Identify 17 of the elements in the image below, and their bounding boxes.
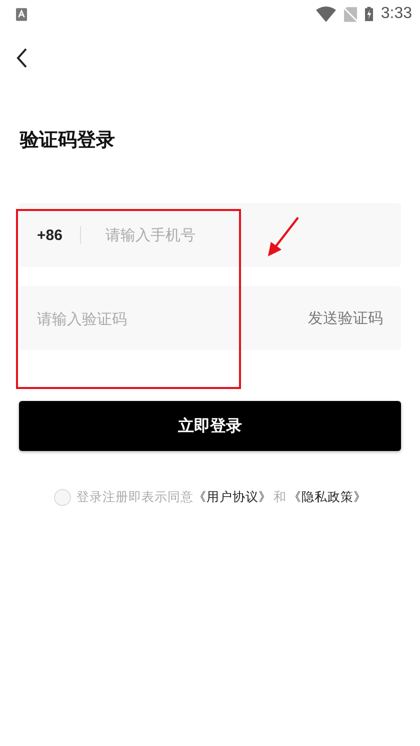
battery-charging-icon: [364, 6, 373, 22]
app-notification-icon: [16, 8, 27, 20]
user-agreement-link[interactable]: 《用户协议》: [194, 489, 272, 506]
conjunction-text: 和: [274, 489, 286, 506]
status-time: 3:33: [380, 5, 412, 23]
country-code[interactable]: +86: [37, 226, 62, 244]
wifi-icon: [316, 6, 336, 22]
phone-field[interactable]: +86 请输入手机号: [19, 203, 401, 267]
send-code-button[interactable]: 发送验证码: [308, 308, 383, 328]
code-input-field[interactable]: 请输入验证码: [37, 310, 217, 328]
page-title: 验证码登录: [20, 128, 116, 153]
back-icon: [16, 48, 28, 68]
privacy-policy-link[interactable]: 《隐私政策》: [288, 489, 366, 506]
login-button[interactable]: 立即登录: [19, 401, 401, 451]
no-sim-icon: [344, 6, 357, 22]
agreement-checkbox[interactable]: [54, 489, 70, 506]
agreement-text: 登录注册即表示同意: [76, 489, 194, 506]
